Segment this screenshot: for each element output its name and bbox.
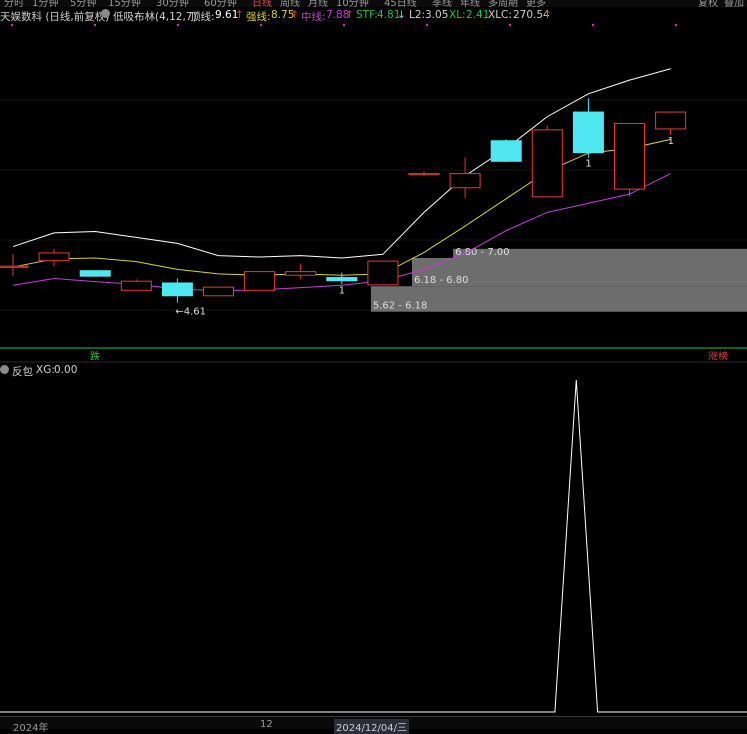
- candle-body: [285, 271, 317, 276]
- axis-month-label: 12: [260, 719, 273, 730]
- time-axis: 2024年 12 2024/12/04/三: [0, 716, 747, 734]
- low-price-mark: ←4.61: [175, 307, 206, 318]
- candle: [244, 271, 276, 291]
- axis-year-label: 2024年: [13, 723, 49, 734]
- candle-body: [449, 173, 481, 189]
- top-dot: [591, 23, 595, 27]
- candle: [408, 171, 440, 176]
- axis-current-date: 2024/12/04/三: [334, 719, 410, 734]
- candle-body: [408, 173, 440, 176]
- candle-body: [38, 252, 70, 262]
- xg-line: [0, 379, 747, 713]
- candle-body: [655, 111, 687, 130]
- candle-body: [614, 122, 645, 190]
- candle-body: [79, 270, 111, 277]
- price-chart[interactable]: 6.80 - 7.00 6.18 - 6.80 5.62 - 6.18 ←4.61 1 1…: [0, 0, 747, 360]
- candle-body: [244, 271, 276, 291]
- candle-body: [161, 282, 193, 297]
- candle: [367, 260, 399, 286]
- signal-one-mark: 1: [668, 136, 674, 147]
- top-dot: [176, 23, 180, 27]
- candle-body: [367, 260, 399, 286]
- top-dot: [342, 23, 346, 27]
- top-dot: [259, 23, 263, 27]
- candle-body: [490, 140, 522, 162]
- candle: [285, 263, 317, 280]
- zone-label: 5.62 - 6.18: [373, 301, 428, 312]
- top-line: [12, 68, 671, 259]
- candle: [326, 272, 358, 285]
- candle: [203, 286, 234, 297]
- signal-one-mark: 1: [585, 159, 591, 170]
- candle: [120, 279, 152, 291]
- candle: [38, 248, 70, 267]
- zone-label: 6.80 - 7.00: [455, 247, 510, 258]
- signal-left-label: 跌: [90, 350, 100, 360]
- zone-label: 6.18 - 6.80: [414, 275, 469, 286]
- top-dot: [508, 23, 512, 27]
- top-dot: [674, 23, 678, 27]
- candle: [79, 270, 111, 277]
- candle: [490, 139, 522, 163]
- candle: [614, 122, 645, 197]
- top-dot: [10, 23, 14, 27]
- candle-body: [531, 129, 563, 198]
- candle-body: [0, 265, 29, 268]
- candle-body: [203, 286, 234, 297]
- top-dot: [425, 23, 429, 27]
- candle-body: [572, 111, 604, 154]
- candle: [655, 111, 687, 135]
- top-dot: [93, 23, 97, 27]
- candle-body: [326, 277, 358, 282]
- candle: [572, 98, 604, 158]
- sub-indicator-chart[interactable]: [0, 360, 747, 716]
- candle: [161, 278, 193, 303]
- candle: [449, 157, 481, 199]
- candle: [531, 125, 563, 198]
- candle-body: [120, 280, 152, 291]
- signal-right-label: 涨榜: [708, 350, 728, 360]
- signal-one-mark: 1: [339, 285, 345, 296]
